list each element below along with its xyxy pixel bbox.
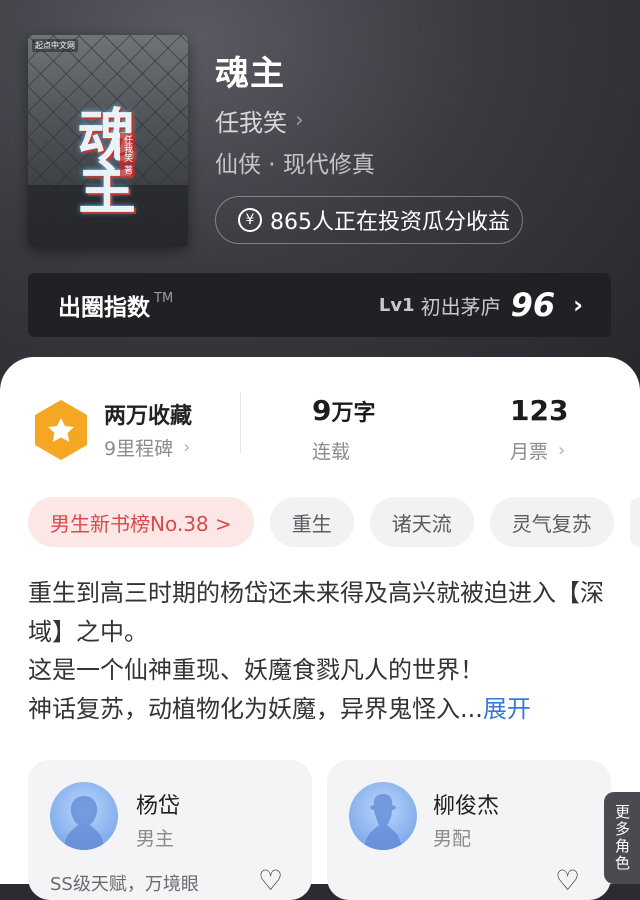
character-desc: SS级天赋，万境眼 bbox=[50, 874, 199, 895]
tag-item-partial[interactable] bbox=[629, 497, 640, 547]
book-cover[interactable]: 起点中文网 魂主 任我笑 著 bbox=[28, 35, 188, 247]
trademark-mark: TM bbox=[154, 290, 174, 306]
breakout-score: 96 bbox=[510, 286, 556, 324]
breakout-index-bar[interactable]: 出圈指数 TM Lv1 初出茅庐 96 › bbox=[28, 273, 611, 337]
author-name: 任我笑 bbox=[215, 109, 287, 137]
word-count-number: 9 bbox=[312, 394, 332, 427]
invest-button[interactable]: ¥ 865人正在投资瓜分收益 bbox=[215, 196, 523, 244]
favorites-count: 两万收藏 bbox=[104, 404, 193, 429]
yen-icon: ¥ bbox=[238, 208, 262, 232]
chevron-right-icon: › bbox=[183, 437, 191, 458]
chevron-right-icon: › bbox=[573, 291, 583, 319]
character-silhouette-icon bbox=[64, 796, 104, 850]
milestones-label: 9里程碑 bbox=[104, 438, 174, 460]
chevron-right-icon: › bbox=[558, 440, 566, 461]
author-link[interactable]: 任我笑 › bbox=[215, 103, 304, 138]
synopsis-line: 神话复苏，动植物化为妖魔，异界鬼怪入...展开 bbox=[28, 690, 618, 729]
heart-icon[interactable]: ♡ bbox=[555, 864, 580, 897]
word-count-unit: 万字 bbox=[331, 401, 376, 426]
more-roles-button[interactable]: 更多角色 bbox=[604, 792, 640, 884]
cover-author-seal: 任我笑 著 bbox=[120, 133, 135, 176]
character-role: 男配 bbox=[433, 828, 472, 850]
tag-rank[interactable]: 男生新书榜No.38 > bbox=[28, 497, 254, 547]
synopsis-line: 这是一个仙神重现、妖魔食戮凡人的世界！ bbox=[28, 656, 484, 684]
monthly-ticket-link[interactable]: 月票 › bbox=[510, 437, 565, 464]
stats-divider bbox=[240, 392, 241, 454]
character-name: 柳俊杰 bbox=[433, 794, 500, 819]
book-synopsis: 重生到高三时期的杨岱还未来得及高兴就被迫进入【深域】之中。 这是一个仙神重现、妖… bbox=[28, 574, 618, 728]
synopsis-text: 神话复苏，动植物化为妖魔，异界鬼怪入... bbox=[28, 694, 483, 723]
breakout-level: Lv1 bbox=[378, 294, 415, 316]
character-name: 杨岱 bbox=[136, 794, 181, 819]
character-role: 男主 bbox=[136, 828, 175, 850]
character-card[interactable]: 杨岱 男主 SS级天赋，万境眼 ♡ bbox=[28, 760, 312, 900]
invest-label: 865人正在投资瓜分收益 bbox=[270, 210, 510, 235]
character-avatar bbox=[349, 782, 417, 850]
hexagon-star-badge-icon bbox=[35, 400, 87, 460]
tag-row: 男生新书榜No.38 > 重生 诸天流 灵气复苏 bbox=[28, 497, 640, 547]
expand-link[interactable]: 展开 bbox=[483, 695, 531, 723]
word-count: 9万字 bbox=[312, 394, 376, 427]
character-silhouette-icon bbox=[364, 794, 402, 850]
heart-icon[interactable]: ♡ bbox=[258, 864, 283, 897]
milestones-link[interactable]: 9里程碑 › bbox=[104, 434, 190, 461]
book-genre: 仙侠 · 现代修真 bbox=[215, 152, 375, 178]
monthly-ticket-label: 月票 bbox=[510, 441, 549, 463]
character-card[interactable]: 柳俊杰 男配 ♡ bbox=[327, 760, 611, 900]
synopsis-line: 重生到高三时期的杨岱还未来得及高兴就被迫进入【深域】之中。 bbox=[28, 579, 604, 646]
tag-item[interactable]: 诸天流 bbox=[369, 497, 474, 547]
tag-item[interactable]: 重生 bbox=[269, 497, 354, 547]
serial-status: 连载 bbox=[312, 437, 350, 464]
book-title: 魂主 bbox=[215, 54, 285, 94]
serial-status-label: 连载 bbox=[312, 441, 351, 463]
tag-item[interactable]: 灵气复苏 bbox=[489, 497, 614, 547]
character-avatar bbox=[50, 782, 118, 850]
breakout-stage: 初出茅庐 bbox=[420, 294, 501, 319]
cover-publisher-badge: 起点中文网 bbox=[32, 39, 78, 52]
chevron-right-icon: › bbox=[295, 108, 304, 133]
monthly-ticket-count: 123 bbox=[510, 394, 569, 427]
breakout-label: 出圈指数 bbox=[58, 295, 150, 321]
